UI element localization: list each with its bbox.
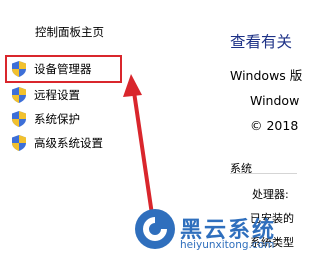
watermark: 黑云系统 heiyunxitong.com <box>134 208 299 254</box>
watermark-subtitle: heiyunxitong.com <box>180 239 275 251</box>
page-title: 查看有关 <box>230 33 293 51</box>
processor-label: 处理器: <box>252 188 289 201</box>
watermark-logo-icon <box>135 209 175 249</box>
windows-name-text: Window <box>250 93 300 108</box>
section-divider <box>230 173 297 174</box>
copyright-text: © 2018 <box>250 118 299 133</box>
windows-edition-text: Windows 版 <box>230 68 303 83</box>
